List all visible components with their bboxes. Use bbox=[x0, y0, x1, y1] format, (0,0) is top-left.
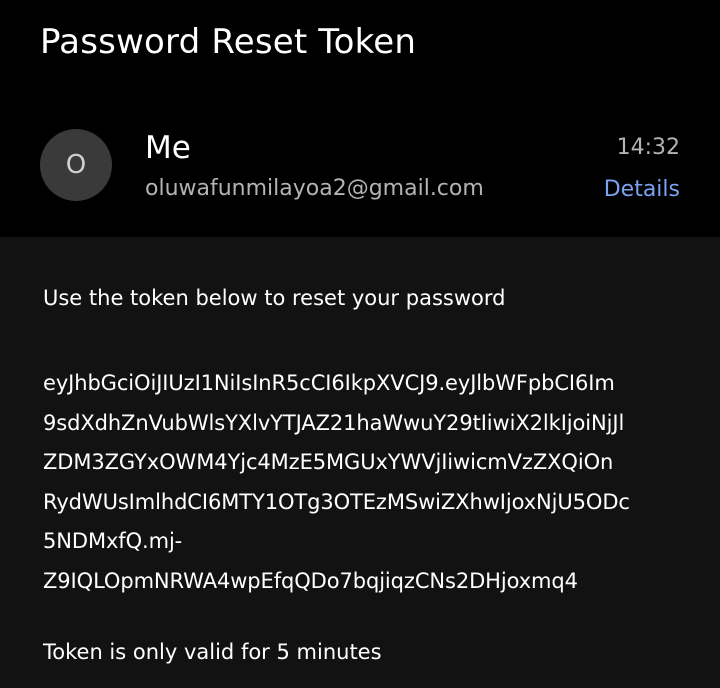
token-line: 5NDMxfQ.mj- bbox=[43, 529, 183, 553]
sender-avatar[interactable]: O bbox=[40, 129, 112, 201]
email-body: Use the token below to reset your passwo… bbox=[0, 237, 720, 688]
token-validity-text: Token is only valid for 5 minutes bbox=[43, 640, 382, 664]
token-line: 9sdXdhZnVubWlsYXlvYTJAZ21haWwuY29tIiwiX2… bbox=[43, 410, 625, 435]
body-intro-text: Use the token below to reset your passwo… bbox=[43, 286, 506, 310]
email-header: Password Reset Token O Me oluwafunmilayo… bbox=[0, 0, 720, 237]
reset-token[interactable]: eyJhbGciOiJIUzI1NiIsInR5cCI6IkpXVCJ9.eyJ… bbox=[43, 364, 693, 601]
token-line: eyJhbGciOiJIUzI1NiIsInR5cCI6IkpXVCJ9.eyJ… bbox=[43, 371, 615, 395]
email-time: 14:32 bbox=[616, 135, 680, 160]
token-line: RydWUsImlhdCI6MTY1OTg3OTEzMSwiZXhwIjoxNj… bbox=[43, 489, 630, 514]
details-link[interactable]: Details bbox=[604, 177, 680, 202]
token-line: Z9IQLOpmNRWA4wpEfqQDo7bqjiqzCNs2DHjoxmq4 bbox=[43, 568, 578, 593]
token-line: ZDM3ZGYxOWM4Yjc4MzE5MGUxYWVjIiwicmVzZXQi… bbox=[43, 450, 614, 474]
avatar-initial: O bbox=[65, 150, 87, 180]
email-subject: Password Reset Token bbox=[40, 22, 417, 62]
sender-name: Me bbox=[145, 130, 191, 166]
sender-email: oluwafunmilayoa2@gmail.com bbox=[145, 176, 484, 201]
